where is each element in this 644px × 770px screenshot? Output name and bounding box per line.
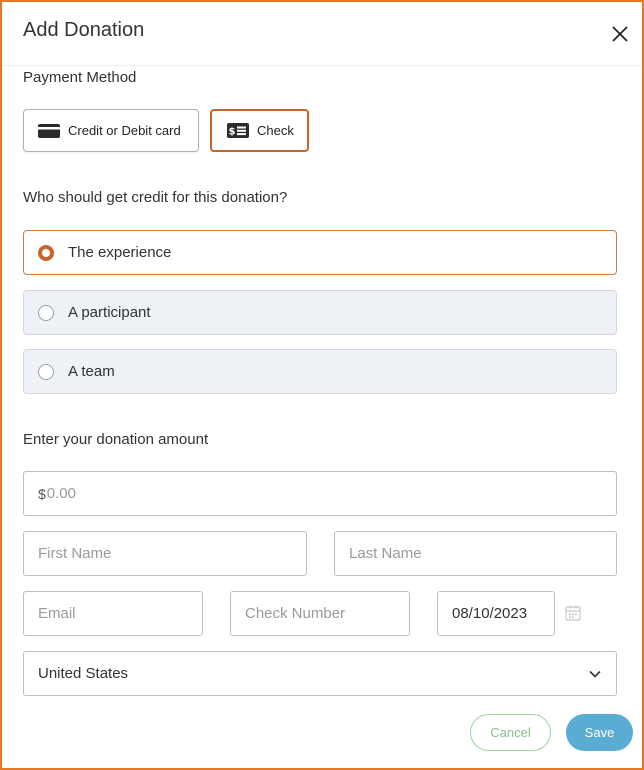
country-selected-value: United States bbox=[38, 665, 129, 682]
check-option-button[interactable]: $ Check bbox=[210, 109, 309, 152]
dialog-header: Add Donation bbox=[2, 2, 642, 66]
radio-option-label: The experience bbox=[68, 244, 172, 261]
credit-card-icon bbox=[38, 123, 60, 138]
radio-selected-icon bbox=[38, 244, 54, 261]
last-name-field[interactable] bbox=[334, 531, 617, 576]
add-donation-dialog: Add Donation Payment Method Credit or De… bbox=[0, 0, 644, 770]
donation-amount-label: Enter your donation amount bbox=[23, 431, 209, 448]
first-name-field[interactable] bbox=[23, 531, 307, 576]
payment-method-label: Payment Method bbox=[23, 69, 137, 86]
donation-amount-field[interactable]: $ bbox=[23, 471, 617, 516]
check-bill-icon: $ bbox=[227, 123, 249, 138]
first-name-input[interactable] bbox=[38, 532, 306, 575]
close-button[interactable] bbox=[608, 22, 632, 46]
check-date-field[interactable] bbox=[437, 591, 555, 636]
radio-option-team[interactable]: A team bbox=[23, 349, 617, 394]
country-select[interactable]: United States bbox=[23, 651, 617, 696]
radio-unselected-icon bbox=[38, 363, 54, 380]
check-option-label: Check bbox=[257, 123, 294, 138]
radio-option-experience[interactable]: The experience bbox=[23, 230, 617, 275]
close-icon bbox=[612, 26, 628, 42]
save-button[interactable]: Save bbox=[566, 714, 633, 751]
last-name-input[interactable] bbox=[349, 532, 616, 575]
calendar-icon[interactable] bbox=[564, 604, 582, 622]
donation-amount-input[interactable] bbox=[46, 472, 616, 515]
check-date-input[interactable] bbox=[452, 592, 554, 635]
radio-option-label: A participant bbox=[68, 304, 151, 321]
radio-option-label: A team bbox=[68, 363, 115, 380]
email-input[interactable] bbox=[38, 592, 202, 635]
credit-question-label: Who should get credit for this donation? bbox=[23, 189, 288, 206]
chevron-down-icon bbox=[589, 670, 601, 678]
svg-text:$: $ bbox=[229, 127, 236, 138]
check-number-input[interactable] bbox=[245, 592, 409, 635]
credit-card-option-label: Credit or Debit card bbox=[68, 123, 181, 138]
check-number-field[interactable] bbox=[230, 591, 410, 636]
radio-unselected-icon bbox=[38, 304, 54, 321]
dialog-title: Add Donation bbox=[23, 19, 145, 41]
currency-prefix: $ bbox=[38, 485, 46, 502]
radio-option-participant[interactable]: A participant bbox=[23, 290, 617, 335]
credit-card-option-button[interactable]: Credit or Debit card bbox=[23, 109, 199, 152]
cancel-button[interactable]: Cancel bbox=[470, 714, 551, 751]
email-field[interactable] bbox=[23, 591, 203, 636]
